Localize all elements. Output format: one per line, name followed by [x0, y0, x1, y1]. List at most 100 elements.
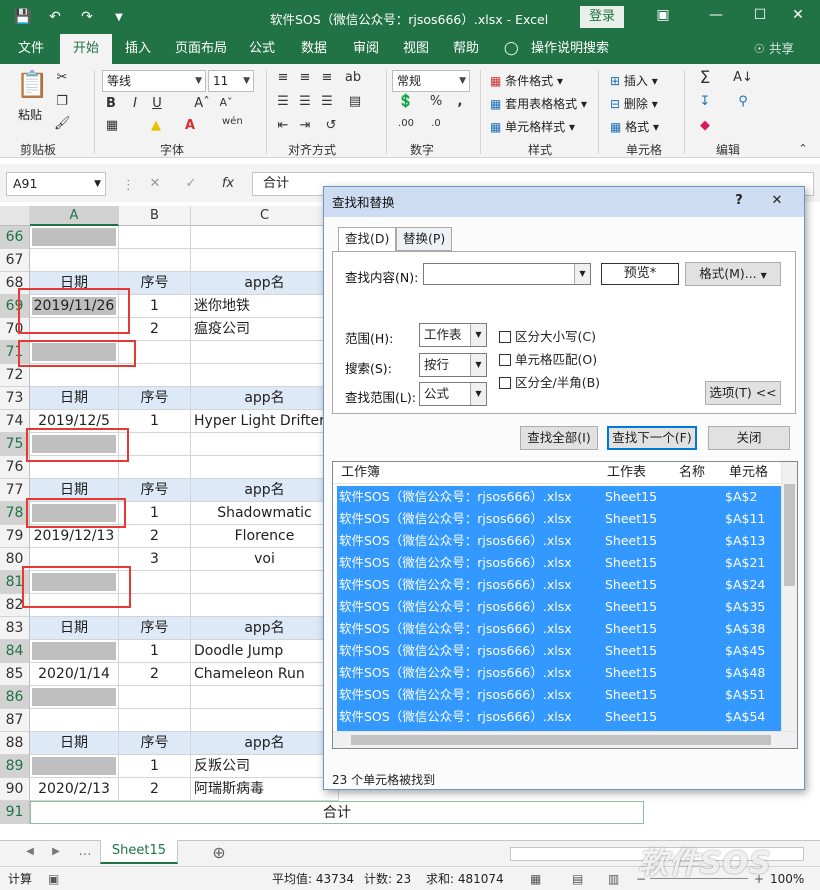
tab-page-layout[interactable]: 页面布局 — [168, 34, 234, 64]
increase-font-icon[interactable]: Aˆ — [194, 96, 210, 111]
confirm-entry-icon[interactable]: ✓ — [184, 176, 198, 191]
table-format-button[interactable]: ▦ 套用表格格式 ▾ — [490, 95, 587, 112]
name-box[interactable]: A91 ▼ — [6, 172, 106, 196]
login-button[interactable]: 登录 — [580, 6, 624, 28]
grid-cell[interactable]: 瘟疫公司 — [191, 318, 339, 341]
more-sheets-icon[interactable]: … — [78, 844, 92, 859]
sheet-tab-sheet15[interactable]: Sheet15 — [100, 840, 178, 864]
clear-icon[interactable]: ◆ — [694, 118, 716, 133]
row-header[interactable]: 72 — [0, 364, 30, 387]
tab-data[interactable]: 数据 — [292, 34, 336, 64]
grid-cell[interactable]: 合计 — [30, 801, 644, 824]
grid-cell[interactable] — [119, 709, 191, 732]
options-button[interactable]: 选项(T) << — [705, 381, 781, 405]
tell-me-search[interactable]: 操作说明搜索 — [530, 34, 610, 64]
redo-icon[interactable]: ↷ — [78, 9, 96, 25]
row-header[interactable]: 85 — [0, 663, 30, 686]
page-break-view-icon[interactable]: ▥ — [608, 867, 619, 890]
share-button[interactable]: ☉ 共享 — [754, 34, 794, 64]
paste-icon[interactable]: 📋 — [16, 70, 48, 104]
search-order-select[interactable]: 按行 ▼ — [419, 353, 487, 377]
grid-cell[interactable] — [191, 709, 339, 732]
header-cell[interactable]: app名 — [191, 732, 339, 755]
find-next-button[interactable]: 查找下一个(F) — [607, 426, 697, 450]
cell-style-button[interactable]: ▦ 单元格样式 ▾ — [490, 118, 575, 135]
tab-insert[interactable]: 插入 — [116, 34, 160, 64]
font-color-icon[interactable]: A — [182, 118, 198, 133]
grid-cell[interactable]: 1 — [119, 640, 191, 663]
grid-cell[interactable]: Hyper Light Drifter — [191, 410, 339, 433]
align-bottom-icon[interactable]: ≡ — [318, 70, 336, 85]
grid-cell[interactable]: 迷你地铁 — [191, 295, 339, 318]
col-workbook[interactable]: 工作簿 — [341, 462, 380, 484]
within-select[interactable]: 工作表 ▼ — [419, 323, 487, 347]
insert-cells-button[interactable]: ⊞ 插入 ▾ — [610, 72, 658, 89]
results-list[interactable]: 工作簿 工作表 名称 单元格 软件SOS（微信公众号：rjsos666）.xls… — [332, 461, 798, 749]
grid-cell[interactable] — [30, 364, 119, 387]
row-header[interactable]: 90 — [0, 778, 30, 801]
grid-cell[interactable] — [191, 571, 339, 594]
grid-cell[interactable] — [119, 249, 191, 272]
result-row[interactable]: 软件SOS（微信公众号：rjsos666）.xlsx Sheet15 $A$51 — [337, 684, 783, 706]
grid-cell[interactable]: 2 — [119, 525, 191, 548]
col-cell[interactable]: 单元格 — [729, 462, 768, 484]
header-cell[interactable]: 序号 — [119, 617, 191, 640]
grid-cell[interactable] — [119, 433, 191, 456]
ribbon-display-icon[interactable]: ▣ — [653, 7, 673, 23]
decrease-decimal-icon[interactable]: .0 — [426, 118, 446, 129]
grid-cell[interactable]: 2 — [119, 663, 191, 686]
col-name[interactable]: 名称 — [679, 462, 705, 484]
row-header[interactable]: 66 — [0, 226, 30, 249]
row-header[interactable]: 89 — [0, 755, 30, 778]
header-cell[interactable]: app名 — [191, 617, 339, 640]
cut-icon[interactable]: ✂ — [54, 70, 70, 85]
result-row[interactable]: 软件SOS（微信公众号：rjsos666）.xlsx Sheet15 $A$54 — [337, 706, 783, 728]
result-row[interactable]: 软件SOS（微信公众号：rjsos666）.xlsx Sheet15 $A$11 — [337, 508, 783, 530]
grid-cell[interactable]: Doodle Jump — [191, 640, 339, 663]
grid-cell[interactable] — [30, 755, 119, 778]
row-header[interactable]: 79 — [0, 525, 30, 548]
grid-cell[interactable]: 2019/12/13 — [30, 525, 119, 548]
macro-record-icon[interactable]: ▣ — [48, 867, 59, 890]
tab-replace[interactable]: 替换(P) — [396, 227, 453, 251]
grid-cell[interactable] — [30, 709, 119, 732]
dialog-help-button[interactable]: ? — [724, 191, 754, 211]
find-all-button[interactable]: 查找全部(I) — [520, 426, 598, 450]
format-button[interactable]: 格式(M)... ▼ — [685, 262, 781, 286]
grid-cell[interactable] — [191, 686, 339, 709]
align-middle-icon[interactable]: ≡ — [296, 70, 314, 85]
grid-cell[interactable] — [119, 686, 191, 709]
decrease-font-icon[interactable]: Aˇ — [218, 96, 234, 109]
fill-color-icon[interactable]: ▲ — [148, 118, 164, 133]
wrap-text-icon[interactable]: ↺ — [322, 118, 340, 133]
grid-cell[interactable]: 2020/1/14 — [30, 663, 119, 686]
zoom-level[interactable]: 100% — [770, 867, 804, 890]
indent-increase-icon[interactable]: ⇥ — [296, 118, 314, 133]
underline-button[interactable]: U — [150, 96, 164, 111]
row-header[interactable]: 88 — [0, 732, 30, 755]
header-cell[interactable]: 日期 — [30, 617, 119, 640]
header-cell[interactable]: 日期 — [30, 732, 119, 755]
next-sheet-icon[interactable]: ▶ — [50, 846, 62, 857]
find-select-icon[interactable]: ⚲ — [732, 94, 754, 109]
grid-cell[interactable] — [119, 364, 191, 387]
find-what-input[interactable]: ▼ — [423, 263, 591, 285]
column-header-b[interactable]: B — [119, 206, 191, 226]
grid-cell[interactable] — [191, 594, 339, 617]
fill-icon[interactable]: ↧ — [694, 94, 716, 109]
grid-cell[interactable] — [119, 456, 191, 479]
grid-cell[interactable]: 2020/2/13 — [30, 778, 119, 801]
grid-cell[interactable]: 反叛公司 — [191, 755, 339, 778]
row-header[interactable]: 67 — [0, 249, 30, 272]
merge-center-icon[interactable]: ▤ — [344, 94, 366, 109]
paste-button[interactable]: 粘贴 — [18, 106, 42, 123]
tab-home[interactable]: 开始 — [60, 34, 112, 64]
dialog-close-button[interactable]: 关闭 — [708, 426, 790, 450]
match-case-checkbox[interactable]: 区分大小写(C) — [499, 326, 596, 345]
grid-cell[interactable] — [191, 226, 339, 249]
grid-cell[interactable] — [30, 686, 119, 709]
results-vertical-scrollbar[interactable] — [781, 462, 797, 732]
grid-cell[interactable] — [30, 226, 119, 249]
result-row[interactable]: 软件SOS（微信公众号：rjsos666）.xlsx Sheet15 $A$38 — [337, 618, 783, 640]
header-cell[interactable]: app名 — [191, 272, 339, 295]
